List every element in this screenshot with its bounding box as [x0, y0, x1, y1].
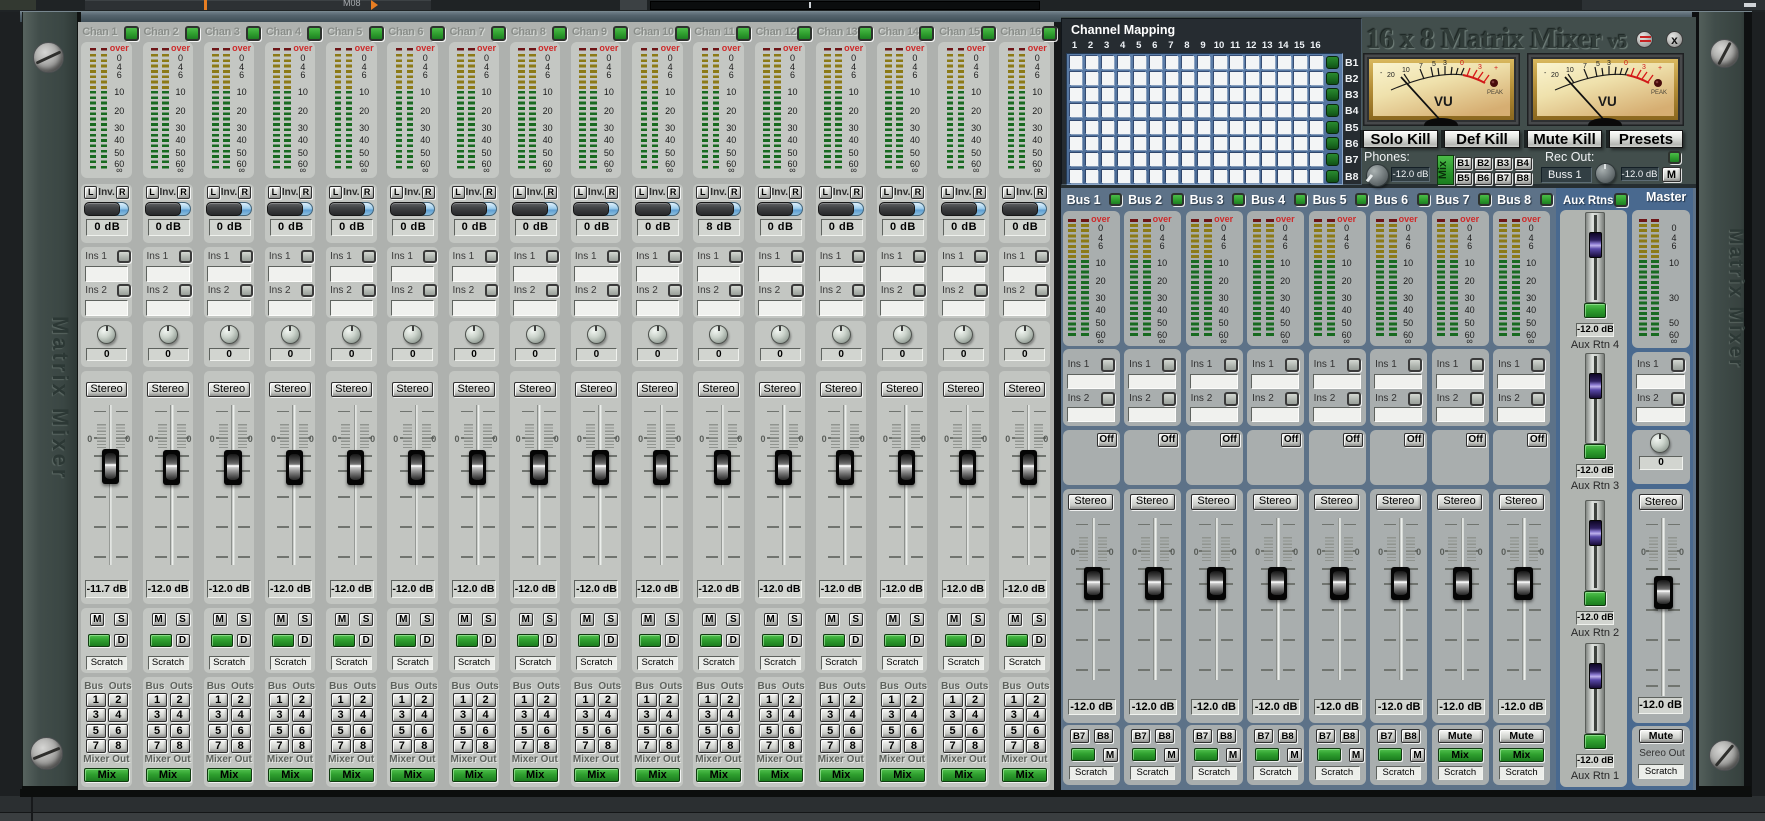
- svg-text:3: 3: [1607, 60, 1611, 67]
- svg-text:+: +: [1658, 65, 1662, 72]
- svg-text:3: 3: [1443, 60, 1447, 67]
- svg-text:PEAK: PEAK: [1487, 90, 1503, 96]
- svg-text:0: 0: [1460, 60, 1464, 67]
- svg-text:7: 7: [1583, 63, 1587, 70]
- svg-text:0: 0: [1624, 60, 1628, 67]
- svg-text:20: 20: [1387, 72, 1395, 79]
- svg-text:VU: VU: [1598, 94, 1617, 109]
- svg-text:7: 7: [1419, 63, 1423, 70]
- svg-text:10: 10: [1566, 67, 1574, 74]
- svg-text:3: 3: [1478, 64, 1482, 71]
- svg-text:VU: VU: [1434, 94, 1453, 109]
- svg-text:+: +: [1494, 65, 1498, 72]
- svg-text:5: 5: [1432, 61, 1436, 68]
- svg-text:20: 20: [1551, 72, 1559, 79]
- svg-text:5: 5: [1596, 61, 1600, 68]
- svg-text:PEAK: PEAK: [1651, 90, 1667, 96]
- svg-text:10: 10: [1402, 67, 1410, 74]
- svg-text:3: 3: [1642, 64, 1646, 71]
